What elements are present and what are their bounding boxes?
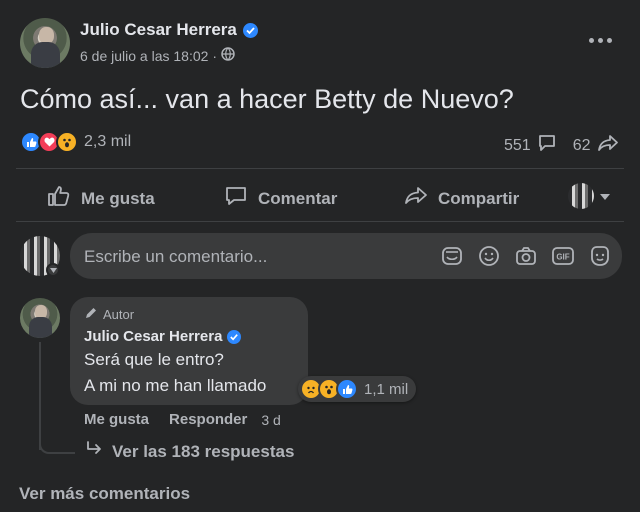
verified-icon <box>242 22 258 38</box>
share-button[interactable]: Compartir <box>404 184 519 213</box>
comment-verified-icon <box>227 329 242 344</box>
comment-actions: Me gusta Responder 3 d <box>84 411 281 428</box>
comment-text-line1: Será que le entro? <box>84 350 224 369</box>
author-name-row: Julio Cesar Herrera <box>80 20 258 40</box>
thread-line-curve <box>39 436 75 454</box>
react-as-selector[interactable] <box>568 183 610 209</box>
engagement-counts: 551 62 <box>504 133 619 158</box>
comment-reply-link[interactable]: Responder <box>169 411 247 428</box>
comment-label: Comentar <box>258 188 338 208</box>
divider-top <box>16 168 624 169</box>
more-comments-link[interactable]: Ver más comentarios <box>19 484 190 504</box>
reactions-summary[interactable]: 2,3 mil <box>20 131 131 153</box>
avatar-sticker-icon[interactable] <box>588 244 612 268</box>
comment-text-line2: A mi no me han llamado <box>84 376 267 395</box>
author-name[interactable]: Julio Cesar Herrera <box>80 20 237 40</box>
ellipsis-icon[interactable] <box>584 30 616 50</box>
share-icon <box>404 184 428 213</box>
comment-like-link[interactable]: Me gusta <box>84 411 149 428</box>
share-count[interactable]: 62 <box>573 137 591 155</box>
svg-text:GIF: GIF <box>556 253 569 262</box>
author-badge: Autor <box>84 306 134 323</box>
comment-button[interactable]: Comentar <box>224 184 337 213</box>
composer-icons: GIF <box>440 244 612 268</box>
sticker-icon[interactable] <box>440 244 464 268</box>
like-button[interactable]: Me gusta <box>47 184 155 213</box>
comment-reaction-count: 1,1 mil <box>364 380 409 398</box>
reply-arrow-icon <box>86 441 104 462</box>
share-arrow-icon <box>597 133 619 158</box>
globe-icon <box>221 47 235 64</box>
commenter-avatar[interactable] <box>20 298 60 338</box>
comment-count[interactable]: 551 <box>504 137 531 155</box>
emoji-icon[interactable] <box>477 244 501 268</box>
post-meta: 6 de julio a las 18:02 · <box>80 47 235 64</box>
caret-down-icon <box>600 187 610 205</box>
camera-icon[interactable] <box>514 244 538 268</box>
comment-bubble-icon <box>537 133 557 158</box>
comment-age[interactable]: 3 d <box>261 412 280 428</box>
comment-author-row: Julio Cesar Herrera <box>84 328 242 345</box>
composer-avatar-badge <box>46 263 60 277</box>
comment-input[interactable]: Escribe un comentario... GIF <box>70 233 622 279</box>
view-replies-label: Ver las 183 respuestas <box>112 441 295 461</box>
divider-bottom <box>16 221 624 222</box>
comment-reactions[interactable]: 1,1 mil <box>298 376 417 402</box>
commenter-avatar-body <box>28 317 52 338</box>
author-avatar[interactable] <box>20 18 70 68</box>
page-avatar <box>568 183 594 209</box>
reaction-count: 2,3 mil <box>84 133 132 150</box>
avatar-body <box>31 42 60 68</box>
comment-like-reaction-icon <box>336 378 358 400</box>
view-replies-link[interactable]: Ver las 183 respuestas <box>86 441 294 462</box>
post-timestamp[interactable]: 6 de julio a las 18:02 · <box>80 48 217 64</box>
speech-bubble-icon <box>224 184 248 213</box>
thread-line <box>39 342 41 450</box>
gif-icon[interactable]: GIF <box>551 244 575 268</box>
share-label: Compartir <box>438 188 520 208</box>
thumbs-up-icon <box>47 184 71 213</box>
author-badge-label: Autor <box>103 307 135 322</box>
comment-author[interactable]: Julio Cesar Herrera <box>84 328 222 345</box>
wow-reaction-icon <box>56 131 78 153</box>
like-label: Me gusta <box>81 188 155 208</box>
post-text: Cómo así... van a hacer Betty de Nuevo? <box>20 84 514 114</box>
comment-placeholder: Escribe un comentario... <box>84 247 268 266</box>
pencil-icon <box>84 306 98 323</box>
